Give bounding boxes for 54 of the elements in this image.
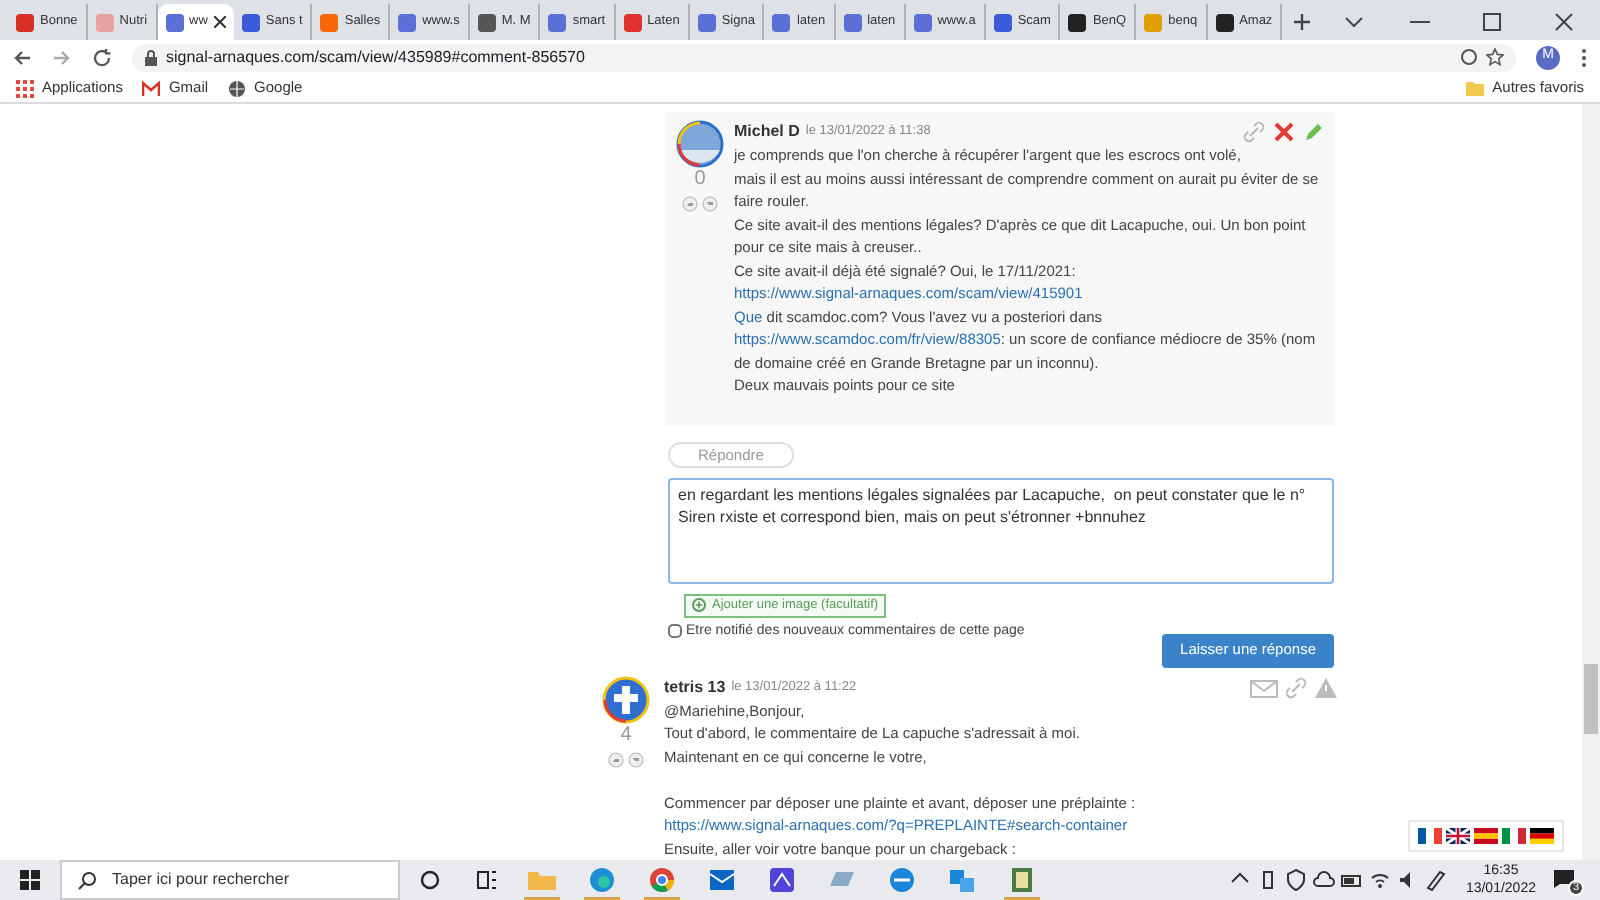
notify-checkbox[interactable] bbox=[668, 624, 682, 639]
avatar-icon bbox=[676, 120, 724, 168]
wifi-icon[interactable] bbox=[1367, 868, 1392, 892]
scrollbar[interactable] bbox=[1582, 104, 1600, 860]
back-arrow-icon[interactable] bbox=[12, 47, 32, 67]
favicon-icon bbox=[320, 13, 339, 31]
favicon-icon bbox=[993, 13, 1012, 31]
close-icon[interactable] bbox=[213, 16, 226, 28]
shield-icon[interactable] bbox=[1283, 868, 1308, 892]
favicon-icon bbox=[16, 13, 34, 31]
favicon-icon bbox=[1215, 13, 1234, 31]
favicon-icon bbox=[772, 13, 791, 31]
comment-textarea[interactable]: en regardant les mentions légales signalées par Lacapuche, on peut constater que le n° Siren rxiste et correspond bien, mais on peut s'étronner +bnnuhez bbox=[668, 477, 1334, 584]
flag-icon[interactable] bbox=[1446, 828, 1470, 844]
favicon-icon bbox=[1144, 13, 1163, 31]
reload-icon[interactable] bbox=[92, 47, 112, 67]
lock-icon bbox=[144, 49, 158, 65]
share-icon[interactable] bbox=[1460, 48, 1478, 66]
favicon-icon bbox=[697, 13, 716, 31]
flag-icon[interactable] bbox=[1418, 828, 1442, 844]
search-icon bbox=[78, 871, 96, 889]
author-name[interactable]: Michel D bbox=[734, 120, 800, 144]
favicon-icon bbox=[623, 13, 642, 31]
avatar-icon bbox=[602, 675, 650, 723]
thumbs-up-icon[interactable] bbox=[682, 196, 698, 212]
favicon-icon bbox=[548, 13, 567, 31]
delete-icon[interactable] bbox=[1272, 120, 1296, 144]
thumbs-up-icon[interactable] bbox=[608, 751, 624, 767]
flag-icon[interactable] bbox=[1530, 828, 1554, 844]
taskbar-search-field[interactable]: Taper ici pour rechercher bbox=[60, 860, 400, 900]
favicon-icon bbox=[165, 13, 184, 31]
vote-score: 4 bbox=[620, 723, 632, 747]
pen-icon[interactable] bbox=[1423, 868, 1448, 892]
star-icon[interactable] bbox=[1486, 48, 1504, 66]
address-bar[interactable]: signal-arnaques.com/scam/view/435989#comment-856570 bbox=[132, 43, 1516, 71]
favicon-icon bbox=[913, 13, 932, 31]
favicon-icon bbox=[398, 13, 417, 31]
plus-circle-icon bbox=[692, 598, 706, 613]
author-name[interactable]: tetris 13 bbox=[664, 675, 726, 699]
vote-score: 0 bbox=[694, 168, 706, 192]
favicon-icon bbox=[843, 13, 862, 31]
globe-icon bbox=[228, 79, 247, 97]
favicon-icon bbox=[1068, 13, 1087, 31]
mail-icon bbox=[142, 79, 161, 97]
apps-grid-icon bbox=[16, 79, 34, 97]
more-menu-icon[interactable] bbox=[1580, 47, 1588, 67]
notification-icon[interactable] bbox=[1552, 868, 1576, 890]
cloud-icon[interactable] bbox=[1311, 868, 1336, 892]
favicon-icon bbox=[95, 13, 114, 31]
thumbs-down-icon[interactable] bbox=[628, 751, 644, 767]
favicon-icon bbox=[477, 13, 496, 31]
folder-icon bbox=[1466, 80, 1485, 96]
thumbs-down-icon[interactable] bbox=[702, 196, 718, 212]
favicon-icon bbox=[241, 13, 260, 31]
